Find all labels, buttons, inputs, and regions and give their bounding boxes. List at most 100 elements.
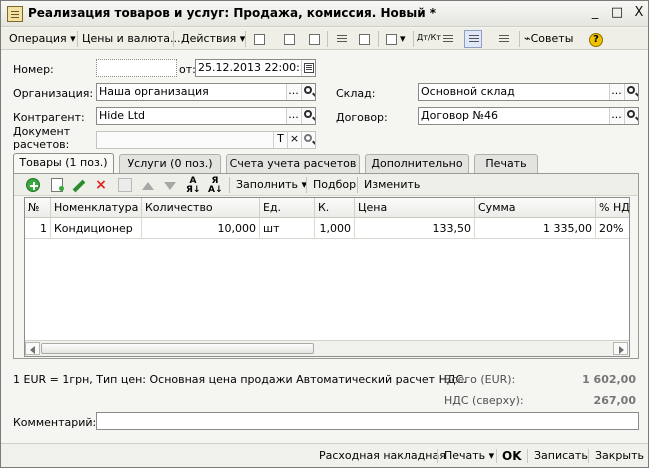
add-row-icon[interactable]	[26, 178, 40, 192]
report-icon[interactable]	[438, 30, 456, 48]
column-quantity[interactable]: Количество	[142, 198, 260, 218]
post-icon-shape	[254, 34, 265, 45]
toolbar-divider	[173, 31, 174, 47]
scroll-right-button[interactable]	[613, 342, 628, 355]
operation-menu[interactable]: Операция ▾	[9, 30, 76, 48]
organization-select-button[interactable]: ...	[286, 84, 300, 100]
tab-goods[interactable]: Товары (1 поз.)	[13, 153, 114, 174]
refresh-icon[interactable]	[305, 30, 323, 48]
close-window-button[interactable]: X	[630, 5, 648, 22]
settlement-open-button[interactable]	[301, 132, 315, 148]
go-to-icon[interactable]	[382, 30, 400, 48]
toolbar-divider	[357, 177, 358, 193]
advice-button[interactable]: ⌁Советы	[524, 30, 573, 48]
print-preview-icon[interactable]	[355, 30, 373, 48]
column-item[interactable]: Номенклатура	[51, 198, 142, 218]
column-sum[interactable]: Сумма	[475, 198, 596, 218]
total-value: 1 602,00	[582, 373, 636, 386]
tab-services[interactable]: Услуги (0 поз.)	[119, 154, 221, 173]
warehouse-field[interactable]: Основной склад ...	[418, 83, 639, 101]
edit-row-icon[interactable]	[72, 179, 86, 193]
row-price[interactable]: 133,50	[355, 218, 475, 239]
organization-field[interactable]: Наша организация ...	[96, 83, 316, 101]
column-price[interactable]: Цена	[355, 198, 475, 218]
sales-invoice-button[interactable]: Расходная накладная	[319, 448, 446, 464]
vat-label: НДС (сверху):	[444, 394, 524, 407]
sort-descending-icon[interactable]: Я A↓	[208, 177, 223, 195]
column-unit[interactable]: Ед.	[260, 198, 315, 218]
maximize-button[interactable]: □	[608, 5, 626, 22]
warehouse-select-button[interactable]: ...	[609, 84, 623, 100]
goods-toolbar: × A Я↓ Я A↓ Заполнить ▾ Подбор Изменить	[14, 174, 638, 196]
organization-open-button[interactable]	[301, 84, 315, 100]
comment-field[interactable]	[96, 412, 639, 430]
scroll-left-button[interactable]	[25, 342, 40, 355]
copy-icon[interactable]	[280, 30, 298, 48]
column-coefficient[interactable]: К.	[315, 198, 355, 218]
close-button[interactable]: Закрыть	[595, 448, 644, 464]
prices-currency-button[interactable]: Цены и валюта...	[82, 30, 180, 48]
toolbar-divider	[77, 31, 78, 47]
change-button[interactable]: Изменить	[364, 176, 420, 194]
row-sum[interactable]: 1 335,00	[475, 218, 596, 239]
actions-menu[interactable]: Действия ▾	[181, 30, 245, 48]
column-vat-rate[interactable]: % НДС	[596, 198, 629, 218]
row-coefficient[interactable]: 1,000	[315, 218, 355, 239]
structure-icon[interactable]	[464, 30, 482, 48]
move-down-icon[interactable]	[164, 182, 176, 190]
table-view-icon[interactable]	[494, 30, 512, 48]
contract-select-button[interactable]: ...	[609, 108, 623, 124]
row-unit[interactable]: шт	[260, 218, 315, 239]
operation-label: Операция	[9, 32, 67, 45]
magnifier-icon	[304, 86, 312, 94]
contract-field[interactable]: Договор №46 ...	[418, 107, 639, 125]
number-field[interactable]	[96, 59, 177, 77]
ok-button[interactable]: OK	[502, 448, 522, 464]
row-item[interactable]: Кондиционер	[51, 218, 142, 239]
warehouse-open-button[interactable]	[624, 84, 638, 100]
save-button[interactable]: Записать	[534, 448, 588, 464]
fill-menu[interactable]: Заполнить ▾	[236, 176, 307, 194]
tab-print[interactable]: Печать	[474, 154, 538, 173]
go-to-icon-shape	[386, 34, 397, 45]
help-icon[interactable]: ?	[586, 30, 604, 48]
magnifier-icon	[304, 110, 312, 118]
scroll-thumb[interactable]	[41, 343, 314, 354]
copy-row-icon[interactable]	[51, 178, 64, 192]
go-to-dropdown-icon[interactable]: ▾	[400, 30, 406, 48]
type-icon[interactable]: T	[273, 132, 287, 148]
post-icon[interactable]	[250, 30, 268, 48]
table-row[interactable]: 1 Кондиционер 10,000 шт 1,000 133,50 1 3…	[25, 218, 629, 239]
tab-settlement-accounts[interactable]: Счета учета расчетов	[226, 154, 360, 173]
delete-row-icon[interactable]: ×	[94, 178, 108, 192]
print-menu[interactable]: Печать ▾	[444, 448, 494, 464]
sort-ascending-icon[interactable]: A Я↓	[186, 177, 200, 195]
date-field[interactable]: 25.12.2013 22:00:57	[195, 59, 316, 77]
move-up-icon[interactable]	[142, 182, 154, 190]
title-bar: Реализация товаров и услуг: Продажа, ком…	[1, 1, 648, 27]
tab-additional[interactable]: Дополнительно	[365, 154, 469, 173]
end-edit-icon[interactable]	[118, 178, 132, 192]
counterparty-open-button[interactable]	[301, 108, 315, 124]
table-header: № Номенклатура Количество Ед. К. Цена Су…	[25, 198, 629, 218]
contract-open-button[interactable]	[624, 108, 638, 124]
selection-button[interactable]: Подбор	[313, 176, 356, 194]
column-number[interactable]: №	[25, 198, 51, 218]
toolbar-divider	[378, 31, 379, 47]
counterparty-select-button[interactable]: ...	[286, 108, 300, 124]
status-divider	[588, 449, 589, 463]
goods-panel: × A Я↓ Я A↓ Заполнить ▾ Подбор Изменить № …	[13, 173, 639, 359]
clear-icon[interactable]: ×	[287, 132, 301, 148]
calendar-icon	[304, 63, 314, 73]
toolbar-divider	[306, 177, 307, 193]
calendar-button[interactable]	[301, 60, 315, 76]
documents-icon[interactable]	[332, 30, 350, 48]
counterparty-field[interactable]: Hide Ltd ...	[96, 107, 316, 125]
minimize-button[interactable]: _	[586, 5, 604, 22]
advice-icon: ⌁	[524, 32, 531, 45]
settlement-document-field[interactable]: T ×	[96, 131, 316, 149]
toolbar-divider	[245, 31, 246, 47]
row-quantity[interactable]: 10,000	[142, 218, 260, 239]
row-vat-rate[interactable]: 20%	[596, 218, 629, 239]
horizontal-scrollbar[interactable]	[25, 340, 629, 356]
